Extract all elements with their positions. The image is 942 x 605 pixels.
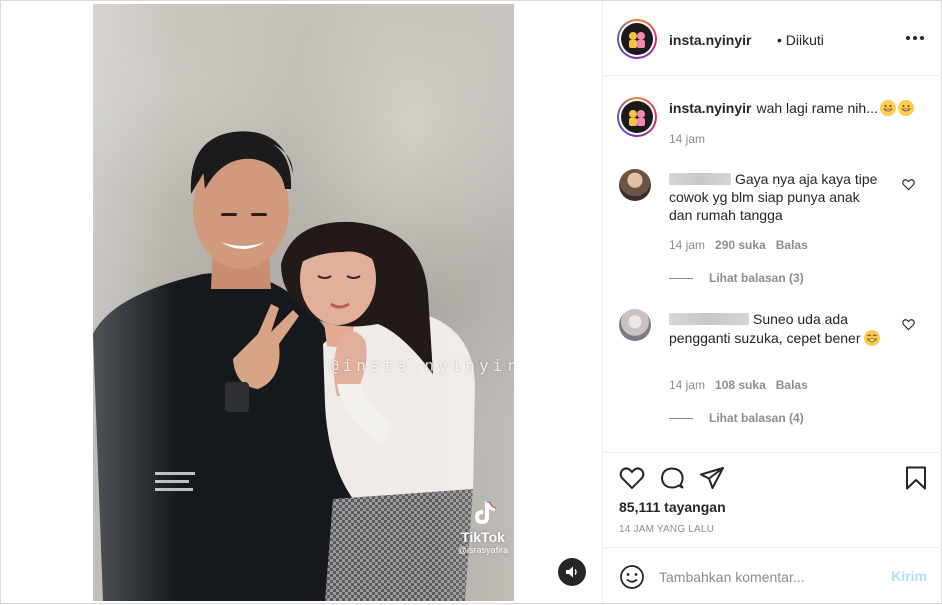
bookmark-icon[interactable] <box>903 465 929 491</box>
post-caption: insta.nyinyir wah lagi rame nih... <box>669 100 914 116</box>
more-horizontal-icon <box>906 36 910 40</box>
speaker-icon <box>566 566 577 578</box>
view-replies-label: Lihat balasan (4) <box>709 411 804 425</box>
view-replies-label: Lihat balasan (3) <box>709 271 804 285</box>
caption-avatar-art <box>629 110 645 126</box>
smiley-icon[interactable] <box>619 564 645 590</box>
view-replies-button[interactable]: Lihat balasan (4) <box>669 411 804 425</box>
comment-likes[interactable]: 290 suka <box>715 238 766 252</box>
tiktok-badge: TikTok @israsyafira <box>453 497 513 555</box>
sound-toggle-button[interactable] <box>558 558 586 586</box>
follow-status[interactable]: • Diikuti <box>777 32 824 48</box>
post-dialog: @insta.nyinyir TikTok @israsyafira insta… <box>0 0 942 605</box>
comment-meta: 14 jam 108 suka Balas <box>669 378 808 392</box>
grin-emoji-icon <box>879 100 896 116</box>
comments-section[interactable]: insta.nyinyir wah lagi rame nih... 14 jam… <box>603 77 942 451</box>
commenter-avatar[interactable] <box>619 169 651 201</box>
comment-body: Gaya nya aja kaya tipe cowok yg blm siap… <box>669 170 884 224</box>
comment-input[interactable] <box>659 566 879 588</box>
comment-time[interactable]: 14 jam <box>669 378 705 392</box>
hidden-username <box>669 313 749 325</box>
comment-body: Suneo uda ada pengganti suzuka, cepet be… <box>669 310 884 347</box>
reply-button[interactable]: Balas <box>776 238 808 252</box>
post-video[interactable]: @insta.nyinyir TikTok @israsyafira <box>93 4 514 601</box>
caption-username[interactable]: insta.nyinyir <box>669 100 751 116</box>
author-username[interactable]: insta.nyinyir <box>669 32 751 48</box>
post-header: insta.nyinyir • Diikuti <box>603 1 942 76</box>
tiktok-label: TikTok <box>461 529 505 545</box>
comment-like-icon[interactable] <box>902 318 915 331</box>
tiktok-logo-icon <box>475 499 497 524</box>
more-options-button[interactable] <box>903 29 927 47</box>
heart-icon[interactable] <box>619 465 645 491</box>
post-actions: 85,111 tayangan 14 JAM YANG LALU <box>603 452 942 547</box>
comment-composer: Kirim <box>603 547 942 605</box>
author-avatar[interactable] <box>617 19 657 59</box>
caption-text: wah lagi rame nih... <box>756 100 878 116</box>
laugh-emoji-icon <box>864 330 881 346</box>
comment-time[interactable]: 14 jam <box>669 238 705 252</box>
comment-like-icon[interactable] <box>902 178 915 191</box>
caption-avatar[interactable] <box>617 97 657 137</box>
post-comment-button[interactable]: Kirim <box>891 568 927 584</box>
hidden-username <box>669 173 731 185</box>
comment-icon[interactable] <box>659 465 685 491</box>
watermark-text: @insta.nyinyir <box>329 356 514 375</box>
post-timestamp[interactable]: 14 JAM YANG LALU <box>619 524 714 535</box>
view-count[interactable]: 85,111 tayangan <box>619 499 726 515</box>
video-haze <box>93 4 514 601</box>
reply-button[interactable]: Balas <box>776 378 808 392</box>
comment-meta: 14 jam 290 suka Balas <box>669 238 808 252</box>
author-avatar-art <box>629 32 645 48</box>
paper-plane-icon[interactable] <box>699 465 725 491</box>
grin-emoji-icon <box>897 100 914 116</box>
commenter-avatar[interactable] <box>619 309 651 341</box>
post-sidebar: insta.nyinyir • Diikuti insta.nyinyir wa… <box>602 1 942 605</box>
caption-time[interactable]: 14 jam <box>669 132 705 146</box>
comment-likes[interactable]: 108 suka <box>715 378 766 392</box>
view-replies-button[interactable]: Lihat balasan (3) <box>669 271 804 285</box>
tiktok-username: @israsyafira <box>457 545 509 555</box>
